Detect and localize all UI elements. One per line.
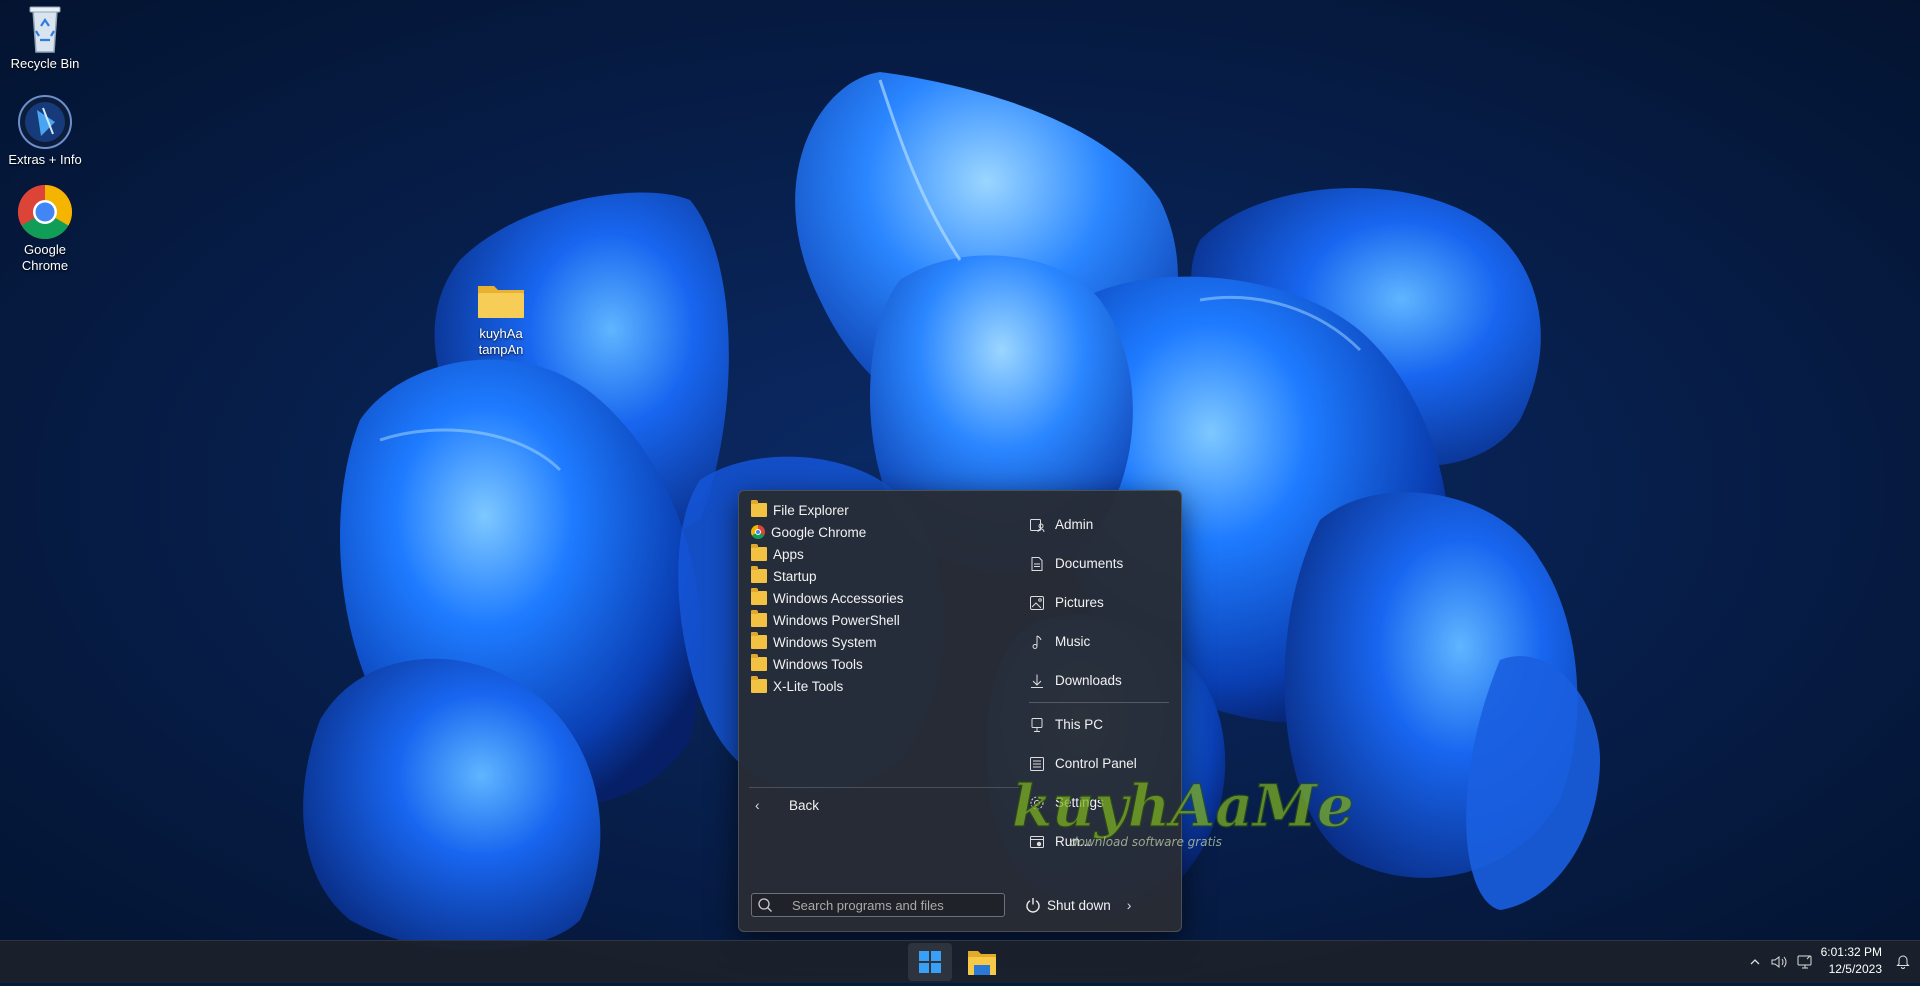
back-button[interactable]: ‹ Back bbox=[749, 787, 1019, 818]
clock-time: 6:01:32 PM bbox=[1820, 945, 1882, 959]
program-list: File Explorer Google Chrome Apps Startup… bbox=[749, 499, 999, 697]
computer-icon bbox=[1029, 717, 1045, 733]
program-item-apps[interactable]: Apps bbox=[749, 543, 999, 565]
places-divider bbox=[1029, 702, 1169, 703]
folder-icon bbox=[751, 544, 767, 561]
desktop-icon-kuyhaa-folder[interactable]: kuyhAa tampAn bbox=[456, 280, 546, 358]
folder-icon bbox=[751, 588, 767, 605]
place-admin[interactable]: Admin bbox=[1027, 505, 1173, 544]
program-item-windows-system[interactable]: Windows System bbox=[749, 631, 999, 653]
place-documents[interactable]: Documents bbox=[1027, 544, 1173, 583]
extras-info-icon bbox=[17, 94, 73, 150]
program-label: Google Chrome bbox=[771, 524, 867, 540]
windows-logo-icon bbox=[919, 951, 941, 973]
gear-icon bbox=[1029, 795, 1045, 811]
notification-bell-icon[interactable] bbox=[1896, 953, 1910, 969]
run-icon bbox=[1029, 834, 1045, 850]
program-item-startup[interactable]: Startup bbox=[749, 565, 999, 587]
program-item-x-lite-tools[interactable]: X-Lite Tools bbox=[749, 675, 999, 697]
folder-icon bbox=[751, 654, 767, 671]
recycle-bin-icon bbox=[17, 4, 73, 60]
place-control-panel[interactable]: Control Panel bbox=[1027, 744, 1173, 783]
place-label: Downloads bbox=[1055, 673, 1122, 688]
chrome-icon bbox=[751, 525, 765, 539]
place-this-pc[interactable]: This PC bbox=[1027, 705, 1173, 744]
program-label: Windows System bbox=[773, 634, 877, 650]
places-pane: Admin Documents Pictures Music Downloads bbox=[1027, 505, 1173, 861]
music-note-icon bbox=[1029, 634, 1045, 650]
desktop-icon-label: Chrome bbox=[21, 258, 69, 273]
picture-icon bbox=[1029, 595, 1045, 611]
shutdown-label: Shut down bbox=[1047, 897, 1111, 913]
place-music[interactable]: Music bbox=[1027, 622, 1173, 661]
place-label: Run... bbox=[1055, 834, 1092, 849]
desktop-icon-label: Extras + Info bbox=[8, 152, 82, 167]
program-item-windows-powershell[interactable]: Windows PowerShell bbox=[749, 609, 999, 631]
desktop-icon-extras-info[interactable]: Extras + Info bbox=[0, 94, 90, 168]
desktop-icon-recycle-bin[interactable]: Recycle Bin bbox=[0, 4, 90, 72]
folder-icon bbox=[751, 632, 767, 649]
volume-button[interactable] bbox=[1770, 941, 1788, 983]
program-item-windows-tools[interactable]: Windows Tools bbox=[749, 653, 999, 675]
program-label: File Explorer bbox=[773, 502, 849, 518]
program-item-windows-accessories[interactable]: Windows Accessories bbox=[749, 587, 999, 609]
document-icon bbox=[1029, 556, 1045, 572]
program-item-google-chrome[interactable]: Google Chrome bbox=[749, 521, 999, 543]
folder-icon bbox=[751, 676, 767, 693]
power-icon bbox=[1025, 897, 1041, 913]
taskbar-clock[interactable]: 6:01:32 PM 12/5/2023 bbox=[1821, 944, 1882, 978]
chevron-right-icon[interactable]: › bbox=[1127, 897, 1132, 913]
place-label: Music bbox=[1055, 634, 1091, 649]
shutdown-button[interactable]: Shut down › bbox=[1025, 893, 1145, 917]
desktop-icon-label: Google bbox=[24, 242, 66, 257]
user-folder-icon bbox=[1029, 517, 1045, 533]
program-item-file-explorer[interactable]: File Explorer bbox=[749, 499, 999, 521]
taskbar-file-explorer[interactable] bbox=[960, 943, 1004, 981]
place-pictures[interactable]: Pictures bbox=[1027, 583, 1173, 622]
place-label: Admin bbox=[1055, 517, 1094, 532]
place-run[interactable]: Run... bbox=[1027, 822, 1173, 861]
folder-icon bbox=[751, 610, 767, 627]
place-label: Settings bbox=[1055, 795, 1104, 810]
place-label: Pictures bbox=[1055, 595, 1104, 610]
desktop-icon-label: tampAn bbox=[478, 342, 524, 357]
program-label: Startup bbox=[773, 568, 817, 584]
place-label: Documents bbox=[1055, 556, 1124, 571]
place-settings[interactable]: Settings bbox=[1027, 783, 1173, 822]
back-label: Back bbox=[789, 797, 820, 813]
search-field[interactable] bbox=[751, 893, 1005, 917]
program-label: X-Lite Tools bbox=[773, 678, 844, 694]
speaker-icon bbox=[1771, 956, 1787, 968]
program-label: Windows Tools bbox=[773, 656, 863, 672]
start-menu: File Explorer Google Chrome Apps Startup… bbox=[738, 490, 1182, 932]
tray-overflow-chevron[interactable] bbox=[1748, 941, 1762, 983]
desktop-icon-label: kuyhAa bbox=[479, 326, 523, 341]
search-icon bbox=[756, 896, 774, 914]
folder-icon bbox=[751, 566, 767, 583]
chrome-icon bbox=[17, 184, 73, 240]
program-label: Apps bbox=[773, 546, 804, 562]
program-label: Windows PowerShell bbox=[773, 612, 900, 628]
search-input[interactable] bbox=[790, 896, 994, 914]
program-label: Windows Accessories bbox=[773, 590, 904, 606]
folder-icon bbox=[473, 280, 529, 324]
chevron-left-icon: ‹ bbox=[755, 797, 760, 813]
taskbar: 6:01:32 PM 12/5/2023 bbox=[0, 940, 1920, 983]
start-button[interactable] bbox=[908, 943, 952, 981]
chevron-up-icon bbox=[1750, 959, 1760, 965]
clock-date: 12/5/2023 bbox=[1828, 962, 1882, 976]
place-downloads[interactable]: Downloads bbox=[1027, 661, 1173, 700]
place-label: Control Panel bbox=[1055, 756, 1137, 771]
download-icon bbox=[1029, 673, 1045, 689]
file-explorer-icon bbox=[751, 500, 767, 517]
network-icon bbox=[1797, 955, 1812, 969]
desktop-icon-google-chrome[interactable]: Google Chrome bbox=[0, 184, 90, 274]
file-explorer-icon bbox=[968, 951, 996, 975]
control-panel-icon bbox=[1029, 756, 1045, 772]
network-button[interactable] bbox=[1796, 941, 1814, 983]
place-label: This PC bbox=[1055, 717, 1104, 732]
